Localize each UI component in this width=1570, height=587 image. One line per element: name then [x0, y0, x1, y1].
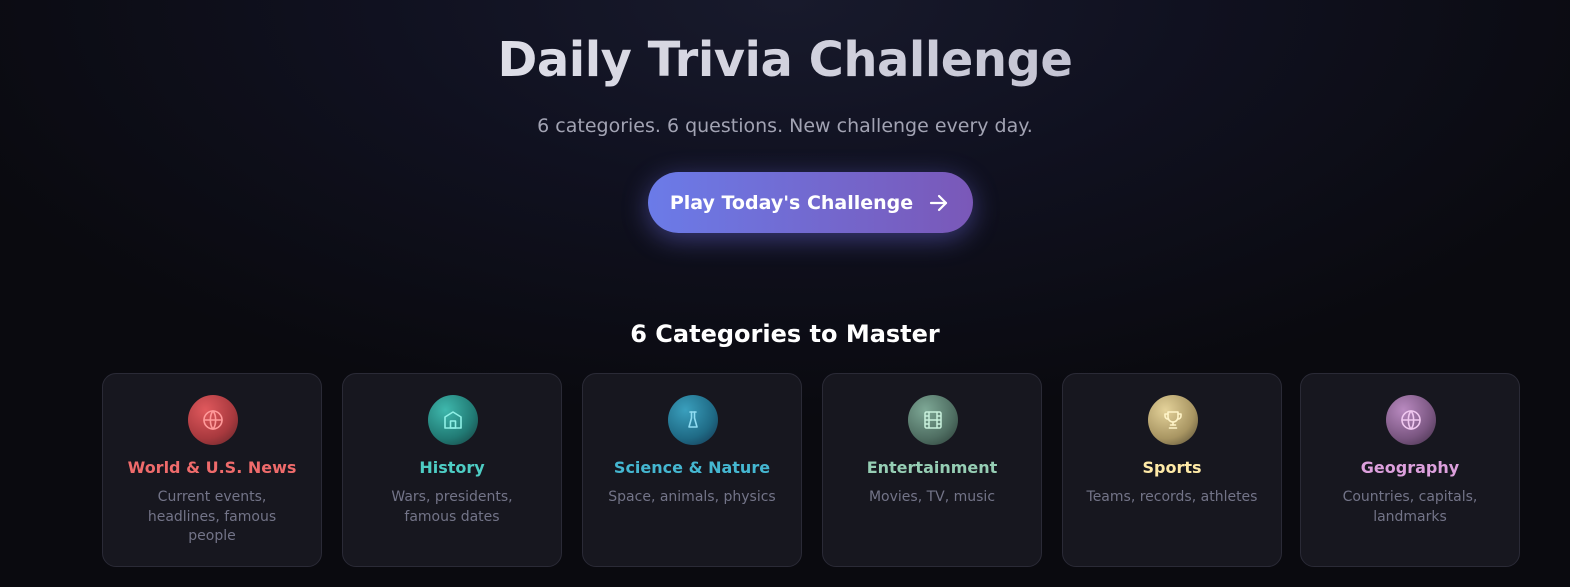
category-description: Current events, headlines, famous people	[147, 489, 277, 544]
category-card-history[interactable]: History Wars, presidents, famous dates	[342, 373, 562, 567]
category-card-geography[interactable]: Geography Countries, capitals, landmarks	[1300, 373, 1520, 567]
category-name: Geography	[1360, 458, 1460, 477]
globe-icon	[1386, 395, 1436, 445]
categories-grid: World & U.S. News Current events, headli…	[102, 373, 1520, 567]
landmark-icon	[428, 395, 478, 445]
category-card-science[interactable]: Science & Nature Space, animals, physics	[582, 373, 802, 567]
category-name: History	[419, 458, 485, 477]
arrow-right-icon	[927, 191, 951, 215]
category-description: Countries, capitals, landmarks	[1342, 489, 1478, 525]
category-description: Space, animals, physics	[608, 489, 776, 505]
category-name: Sports	[1142, 458, 1202, 477]
play-challenge-label: Play Today's Challenge	[669, 191, 914, 214]
film-icon	[908, 395, 958, 445]
categories-heading: 6 Categories to Master	[630, 320, 940, 348]
category-card-entertainment[interactable]: Entertainment Movies, TV, music	[822, 373, 1042, 567]
category-name: Entertainment	[866, 458, 998, 477]
category-description: Wars, presidents, famous dates	[391, 489, 513, 525]
category-description: Movies, TV, music	[868, 489, 996, 505]
category-name: World & U.S. News	[127, 458, 297, 477]
page-title: Daily Trivia Challenge	[0, 30, 1570, 90]
globe-icon	[188, 395, 238, 445]
page-subtitle: 6 categories. 6 questions. New challenge…	[537, 115, 1033, 137]
category-card-sports[interactable]: Sports Teams, records, athletes	[1062, 373, 1282, 567]
flask-icon	[668, 395, 718, 445]
category-card-world-news[interactable]: World & U.S. News Current events, headli…	[102, 373, 322, 567]
category-description: Teams, records, athletes	[1086, 489, 1258, 505]
category-name: Science & Nature	[613, 458, 771, 477]
play-challenge-button[interactable]: Play Today's Challenge	[648, 172, 973, 233]
trophy-icon	[1148, 395, 1198, 445]
